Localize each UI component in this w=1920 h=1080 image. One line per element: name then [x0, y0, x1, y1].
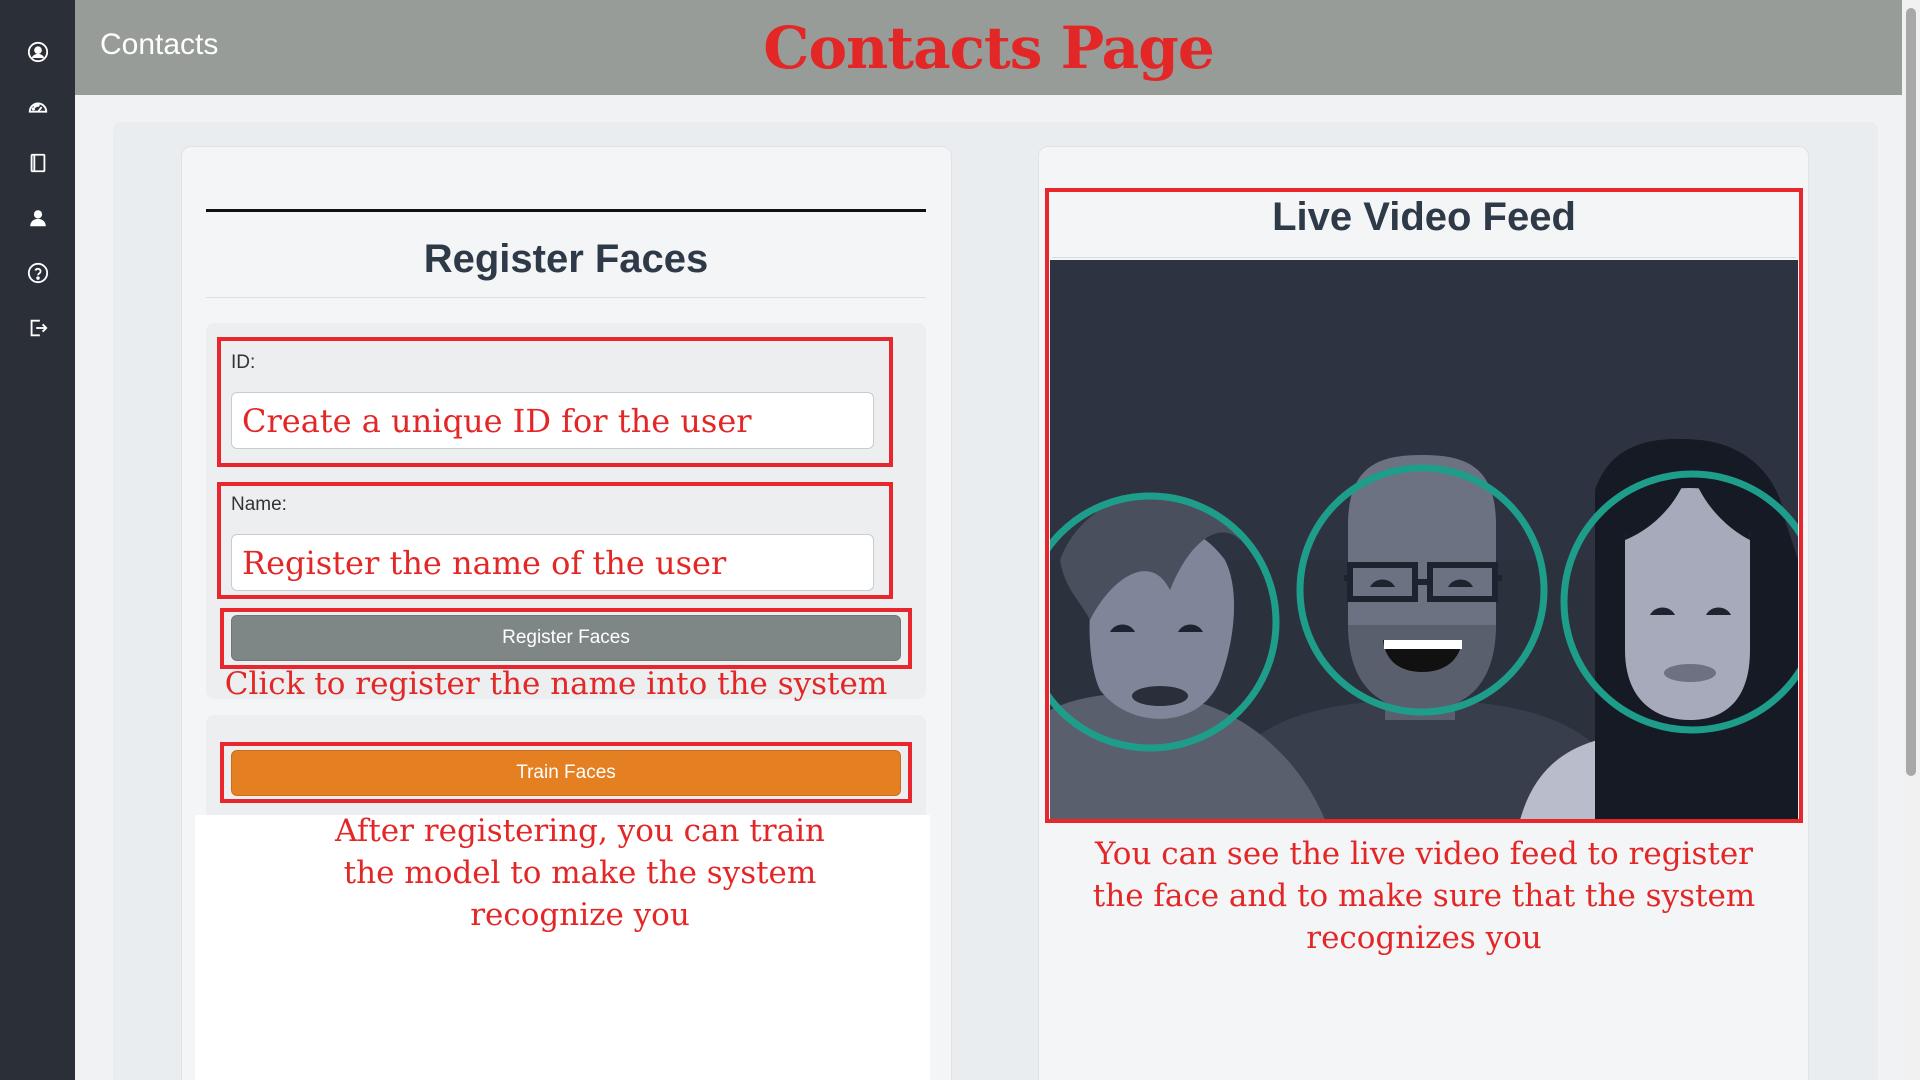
video-title-divider — [1052, 257, 1796, 258]
video-annotation: You can see the live video feed to regis… — [1060, 833, 1788, 959]
live-video-feed[interactable] — [1050, 260, 1798, 820]
train-annotation-line: After registering, you can train — [335, 813, 825, 849]
page-scrollbar[interactable] — [1902, 0, 1920, 1080]
book-icon[interactable] — [22, 147, 53, 178]
video-annotation-line: recognizes you — [1306, 920, 1542, 956]
register-title-divider — [206, 297, 926, 298]
name-label: Name: — [231, 494, 287, 515]
face-detection-illustration — [1050, 438, 1798, 820]
register-annotation: Click to register the name into the syst… — [224, 666, 888, 702]
train-annotation-line: the model to make the system — [343, 855, 817, 891]
dashboard-gauge-icon[interactable] — [22, 92, 53, 123]
scrollbar-thumb[interactable] — [1906, 8, 1916, 776]
register-faces-title: Register Faces — [423, 237, 709, 281]
register-top-rule — [206, 209, 926, 212]
live-video-title: Live Video Feed — [1272, 195, 1576, 239]
video-annotation-line: You can see the live video feed to regis… — [1095, 836, 1753, 872]
help-circle-icon[interactable] — [22, 257, 53, 288]
page-annotation-title: Contacts Page — [763, 14, 1214, 82]
sidebar — [0, 0, 75, 1080]
top-header: Contacts Contacts Page — [75, 0, 1902, 95]
id-input[interactable] — [231, 392, 874, 449]
id-label: ID: — [231, 352, 256, 373]
train-annotation: After registering, you can train the mod… — [280, 810, 880, 936]
person-icon[interactable] — [22, 202, 53, 233]
register-faces-button[interactable]: Register Faces — [231, 615, 901, 661]
user-circle-icon[interactable] — [22, 36, 53, 67]
train-faces-button[interactable]: Train Faces — [231, 750, 901, 796]
video-annotation-line: the face and to make sure that the syste… — [1092, 878, 1756, 914]
name-input[interactable] — [231, 534, 874, 591]
train-annotation-line: recognize you — [470, 897, 690, 933]
logout-icon[interactable] — [22, 312, 53, 343]
